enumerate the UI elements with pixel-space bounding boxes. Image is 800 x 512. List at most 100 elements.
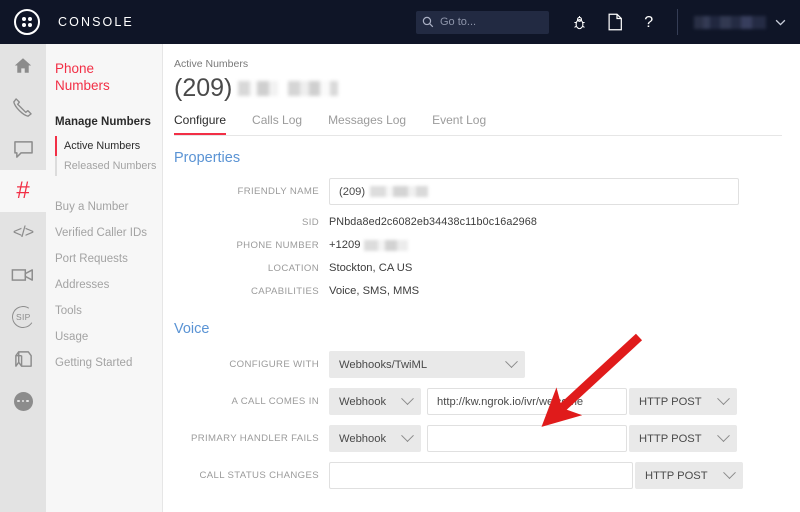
help-icon[interactable]: ? — [643, 13, 657, 31]
search-icon — [422, 16, 434, 28]
call-status-changes-method-value: HTTP POST — [645, 470, 708, 482]
properties-heading: Properties — [174, 150, 800, 166]
account-menu[interactable] — [694, 16, 786, 29]
configure-with-row: CONFIGURE WITH Webhooks/TwiML — [174, 351, 800, 378]
top-bar-right: Go to... ? — [416, 0, 800, 44]
code-icon-glyph: </> — [13, 224, 33, 242]
call-status-changes-method-select[interactable]: HTTP POST — [635, 462, 743, 489]
sidebar-item-getting-started[interactable]: Getting Started — [46, 350, 162, 376]
friendly-name-input[interactable]: (209) — [329, 178, 739, 205]
primary-handler-fails-method-value: HTTP POST — [639, 433, 702, 445]
voice-heading: Voice — [174, 321, 800, 337]
phone-icon[interactable] — [0, 86, 46, 128]
properties-section: Properties FRIENDLY NAME (209) SID PNbda… — [174, 150, 800, 297]
tab-configure[interactable]: Configure — [174, 113, 226, 135]
configure-with-select[interactable]: Webhooks/TwiML — [329, 351, 525, 378]
friendly-name-redacted — [370, 186, 428, 197]
sidebar-item-released-numbers[interactable]: Released Numbers — [55, 156, 162, 176]
sidebar-nav: Phone Numbers Manage Numbers Active Numb… — [46, 44, 163, 512]
code-icon[interactable]: </> — [0, 212, 46, 254]
call-comes-in-row: A CALL COMES IN Webhook http://kw.ngrok.… — [174, 388, 800, 415]
phone-number-value: +1209 — [329, 239, 360, 251]
call-comes-in-label: A CALL COMES IN — [174, 396, 329, 407]
tab-messages-log[interactable]: Messages Log — [328, 113, 406, 135]
configure-with-label: CONFIGURE WITH — [174, 359, 329, 370]
capabilities-label: CAPABILITIES — [174, 286, 329, 297]
console-title: CONSOLE — [58, 15, 134, 29]
sidebar-item-list: Buy a Number Verified Caller IDs Port Re… — [46, 194, 162, 376]
page-title-redacted — [238, 81, 350, 96]
tab-event-log[interactable]: Event Log — [432, 113, 486, 135]
main-content: Active Numbers (209) Configure Calls Log… — [163, 44, 800, 512]
sidebar-item-port-requests[interactable]: Port Requests — [46, 246, 162, 272]
sidebar-sub-list: Active Numbers Released Numbers — [46, 136, 162, 176]
capabilities-row: CAPABILITIES Voice, SMS, MMS — [174, 285, 800, 297]
capabilities-value: Voice, SMS, MMS — [329, 285, 419, 297]
sidebar-item-addresses[interactable]: Addresses — [46, 272, 162, 298]
top-bar: CONSOLE Go to... — [0, 0, 800, 44]
location-value: Stockton, CA US — [329, 262, 412, 274]
call-comes-in-method-select[interactable]: HTTP POST — [629, 388, 737, 415]
phone-number-redacted — [364, 240, 408, 251]
sidebar-item-verified-caller-ids[interactable]: Verified Caller IDs — [46, 220, 162, 246]
location-row: LOCATION Stockton, CA US — [174, 262, 800, 274]
sip-icon[interactable]: SIP — [0, 296, 46, 338]
chevron-down-icon — [775, 19, 786, 26]
call-comes-in-handler-value: Webhook — [339, 396, 386, 408]
top-bar-divider — [677, 9, 678, 35]
friendly-name-label: FRIENDLY NAME — [174, 186, 329, 197]
chevron-down-icon — [717, 429, 730, 442]
chevron-down-icon — [723, 466, 736, 479]
search-placeholder: Go to... — [440, 16, 476, 28]
sid-value: PNbda8ed2c6082eb34438c11b0c16a2968 — [329, 216, 537, 228]
primary-handler-fails-url-input[interactable] — [427, 425, 627, 452]
hash-icon-glyph: # — [16, 179, 29, 203]
voice-section: Voice CONFIGURE WITH Webhooks/TwiML A CA… — [174, 321, 800, 489]
phone-number-row: PHONE NUMBER +1209 — [174, 239, 800, 251]
call-status-changes-url-input[interactable] — [329, 462, 633, 489]
call-comes-in-method-value: HTTP POST — [639, 396, 702, 408]
sidebar-section-manage-numbers: Manage Numbers — [46, 116, 162, 128]
document-icon[interactable] — [608, 13, 623, 31]
sidebar-item-buy-a-number[interactable]: Buy a Number — [46, 194, 162, 220]
primary-handler-fails-method-select[interactable]: HTTP POST — [629, 425, 737, 452]
sidebar-item-tools[interactable]: Tools — [46, 298, 162, 324]
chevron-down-icon — [401, 429, 414, 442]
sidebar-title: Phone Numbers — [46, 60, 162, 94]
call-comes-in-url-input[interactable]: http://kw.ngrok.io/ivr/welcome — [427, 388, 627, 415]
page-title: (209) — [174, 74, 800, 103]
sidebar-item-usage[interactable]: Usage — [46, 324, 162, 350]
chevron-down-icon — [505, 355, 518, 368]
search-input[interactable]: Go to... — [416, 11, 549, 34]
primary-handler-fails-label: PRIMARY HANDLER FAILS — [174, 433, 329, 444]
location-label: LOCATION — [174, 263, 329, 274]
sidebar-item-active-numbers[interactable]: Active Numbers — [55, 136, 162, 156]
call-comes-in-url-value: http://kw.ngrok.io/ivr/welcome — [437, 396, 583, 408]
bug-icon[interactable] — [571, 14, 588, 31]
video-icon[interactable] — [0, 254, 46, 296]
call-comes-in-handler-select[interactable]: Webhook — [329, 388, 421, 415]
svg-text:?: ? — [644, 13, 653, 31]
tab-calls-log[interactable]: Calls Log — [252, 113, 302, 135]
icon-rail: # </> SIP — [0, 44, 46, 512]
primary-handler-fails-handler-select[interactable]: Webhook — [329, 425, 421, 452]
configure-with-value: Webhooks/TwiML — [339, 359, 427, 371]
account-name — [694, 16, 766, 29]
primary-handler-fails-handler-value: Webhook — [339, 433, 386, 445]
sid-row: SID PNbda8ed2c6082eb34438c11b0c16a2968 — [174, 216, 800, 228]
breadcrumb[interactable]: Active Numbers — [174, 58, 800, 70]
primary-handler-fails-row: PRIMARY HANDLER FAILS Webhook HTTP POST — [174, 425, 800, 452]
cube-icon[interactable] — [0, 338, 46, 380]
chat-icon[interactable] — [0, 128, 46, 170]
home-icon[interactable] — [0, 44, 46, 86]
hash-icon[interactable]: # — [0, 170, 46, 212]
twilio-logo-icon[interactable] — [14, 9, 40, 35]
friendly-name-value: (209) — [339, 186, 365, 198]
friendly-name-row: FRIENDLY NAME (209) — [174, 178, 800, 205]
phone-number-label: PHONE NUMBER — [174, 240, 329, 251]
more-icon[interactable] — [0, 380, 46, 422]
sid-label: SID — [174, 217, 329, 228]
tab-bar: Configure Calls Log Messages Log Event L… — [174, 113, 782, 136]
phone-number-value-wrap: +1209 — [329, 239, 408, 251]
call-status-changes-label: CALL STATUS CHANGES — [174, 470, 329, 481]
